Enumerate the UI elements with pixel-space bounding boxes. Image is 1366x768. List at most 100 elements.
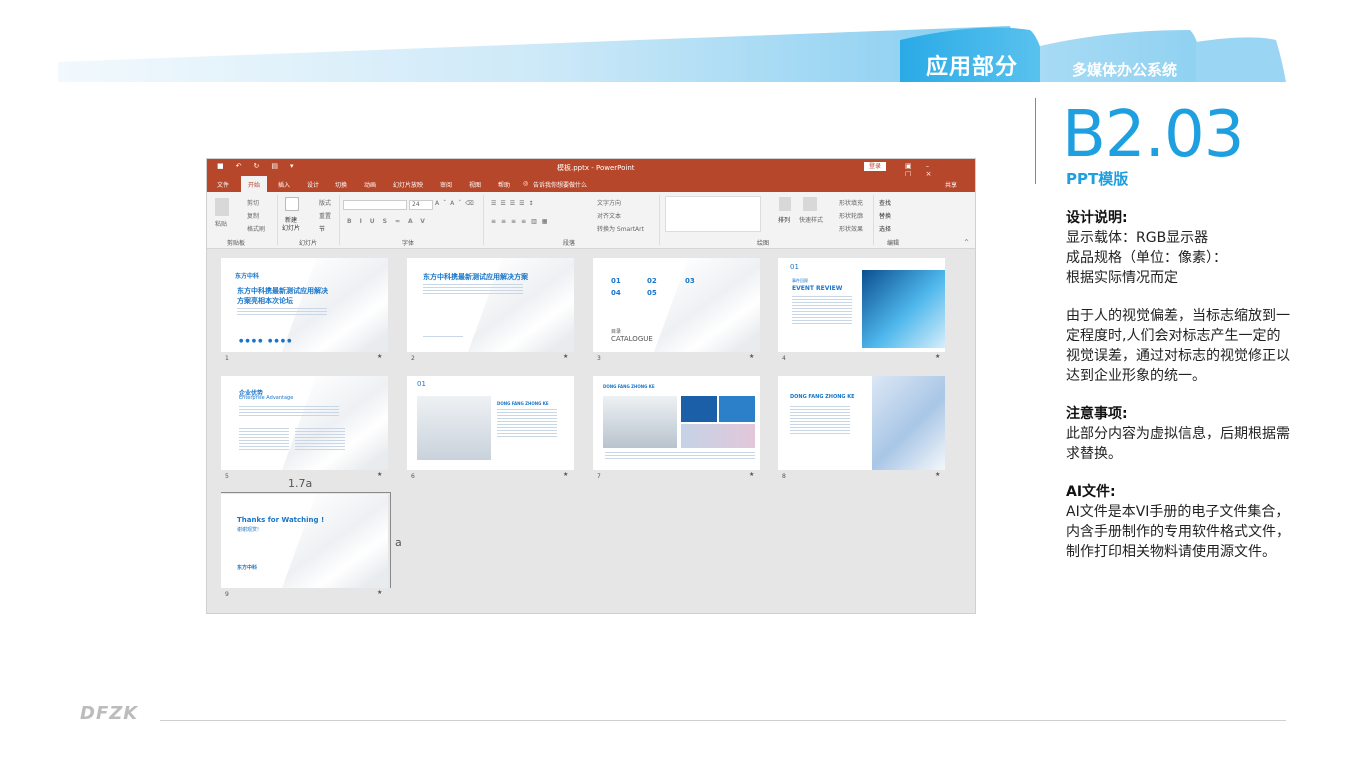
layout-label[interactable]: 版式 — [319, 198, 331, 207]
font-size-box[interactable]: 24 — [409, 200, 433, 210]
slide-title: 东方中科携最新测试应用解决方案 — [423, 273, 528, 281]
menu-review[interactable]: 审阅 — [440, 180, 452, 189]
find-label[interactable]: 查找 — [879, 198, 891, 207]
slide-thumbnail-2[interactable]: 东方中科携最新测试应用解决方案 — [407, 258, 574, 352]
group-drawing: 绘图 — [757, 240, 770, 247]
slide-thumbnail-7[interactable]: DONG FANG ZHONG KE — [593, 376, 760, 470]
ai-section: AI文件: AI文件是本VI手册的电子文件集合，内含手册制作的专用软件格式文件，… — [1066, 482, 1291, 562]
menu-view[interactable]: 视图 — [469, 180, 481, 189]
font-style-icons[interactable]: BIUS≈AV — [347, 218, 433, 225]
menu-design[interactable]: 设计 — [307, 180, 319, 189]
slide-star-icon: ★ — [749, 471, 755, 478]
ppt-titlebar: ■↶↻▤▾ 模板.pptx - PowerPoint 登录 ▣–□× — [207, 159, 975, 178]
menu-slideshow[interactable]: 幻灯片放映 — [393, 180, 423, 189]
paste-icon[interactable] — [215, 198, 229, 216]
slide-title: 东方中科携最新测试应用解决方案亮相本次论坛 — [237, 287, 328, 305]
share-button[interactable]: 共享 — [945, 180, 957, 189]
slide-thumbnail-8[interactable]: DONG FANG ZHONG KE — [778, 376, 945, 470]
tech-image-1 — [681, 396, 717, 422]
section-title: 应用部分 — [926, 55, 1019, 80]
ppt-window-title: 模板.pptx - PowerPoint — [557, 164, 635, 172]
car-charging-image — [417, 396, 491, 460]
design-line-1: 显示载体：RGB显示器 — [1066, 230, 1209, 246]
shape-outline-label[interactable]: 形状轮廓 — [839, 211, 863, 220]
slide-star-icon: ★ — [377, 353, 383, 360]
catalogue-en: CATALOGUE — [611, 335, 653, 343]
collapse-ribbon-icon[interactable]: ^ — [964, 239, 969, 246]
quick-styles-icon[interactable] — [803, 197, 817, 211]
smartart-label[interactable]: 转换为 SmartArt — [597, 224, 644, 233]
catalogue-item-03: 03 — [685, 277, 695, 285]
ppt-ribbon: 粘贴 剪切 复制 格式刷 新建 幻灯片 版式 重置 节 24 AˆAˇ⌫ BIU… — [207, 192, 975, 249]
replace-label[interactable]: 替换 — [879, 211, 891, 220]
group-paragraph: 段落 — [563, 240, 576, 247]
quick-styles-label[interactable]: 快速样式 — [799, 215, 823, 224]
slide-body-lines — [790, 406, 850, 436]
list-icons[interactable]: ☰☰☰☰↕ — [491, 200, 538, 207]
format-painter-label[interactable]: 格式刷 — [247, 224, 265, 233]
shape-effects-label[interactable]: 形状效果 — [839, 224, 863, 233]
notice-section: 注意事项: 此部分内容为虚拟信息，后期根据需求替换。 — [1066, 404, 1291, 464]
ai-text: AI文件是本VI手册的电子文件集合，内含手册制作的专用软件格式文件，制作打印相关… — [1066, 504, 1290, 560]
slide-star-icon: ★ — [563, 471, 569, 478]
section-label[interactable]: 节 — [319, 224, 325, 233]
select-label[interactable]: 选择 — [879, 224, 891, 233]
new-slide-label-2: 幻灯片 — [282, 225, 301, 232]
shape-fill-label[interactable]: 形状填充 — [839, 198, 863, 207]
notice-text: 此部分内容为虚拟信息，后期根据需求替换。 — [1066, 426, 1290, 462]
slide-thumbnail-1[interactable]: 东方中科 东方中科携最新测试应用解决方案亮相本次论坛 ●●●● ●●●● — [221, 258, 388, 352]
slide-subtitle: Enterprise Advantage — [239, 395, 294, 401]
login-button[interactable]: 登录 — [864, 162, 887, 171]
slide-thumbnail-9[interactable]: Thanks for Watching ! 谢谢观赏! 东方中科 — [221, 494, 388, 588]
slide-star-icon: ★ — [935, 353, 941, 360]
design-notes: 设计说明: 显示载体：RGB显示器 成品规格（单位：像素）： 根据实际情况而定 — [1066, 208, 1291, 288]
slide-cn-heading: 事件回顾 — [792, 278, 808, 283]
font-grow-icons[interactable]: AˆAˇ⌫ — [435, 200, 478, 207]
shapes-gallery[interactable] — [665, 196, 761, 232]
new-slide-icon[interactable] — [285, 197, 299, 211]
bulb-icon: ◎ — [523, 180, 529, 187]
slide-title: Thanks for Watching ! — [237, 516, 325, 524]
notice-heading: 注意事项: — [1066, 406, 1128, 422]
menu-insert[interactable]: 插入 — [278, 180, 290, 189]
arrange-icon[interactable] — [779, 197, 791, 211]
slide-logo: 东方中科 — [235, 273, 260, 280]
menu-help[interactable]: 帮助 — [498, 180, 510, 189]
menu-animations[interactable]: 动画 — [364, 180, 376, 189]
ribbon-sep — [339, 195, 340, 245]
slide-thumbnail-5[interactable]: 企业优势 Enterprise Advantage — [221, 376, 388, 470]
copy-label[interactable]: 复制 — [247, 211, 259, 220]
text-direction-label[interactable]: 文字方向 — [597, 198, 621, 207]
menu-home[interactable]: 开始 — [241, 176, 268, 192]
reset-label[interactable]: 重置 — [319, 211, 331, 220]
slide-title: EVENT REVIEW — [792, 285, 843, 292]
cut-label[interactable]: 剪切 — [247, 198, 259, 207]
robot-hand-image — [862, 270, 945, 348]
font-name-box[interactable] — [343, 200, 407, 210]
powerpoint-window: ■↶↻▤▾ 模板.pptx - PowerPoint 登录 ▣–□× 文件 开始… — [206, 158, 976, 614]
align-text-label[interactable]: 对齐文本 — [597, 211, 621, 220]
ppt-menubar: 文件 开始 插入 设计 切换 动画 幻灯片放映 审阅 视图 帮助 ◎ 告诉我你想… — [207, 176, 975, 192]
arrange-label[interactable]: 排列 — [778, 215, 790, 224]
menu-transitions[interactable]: 切换 — [335, 180, 347, 189]
paste-label: 粘贴 — [215, 221, 228, 228]
page-code-subtitle: PPT模版 — [1066, 170, 1129, 188]
design-paragraph: 由于人的视觉偏差，当标志缩放到一定程度时,人们会对标志产生一定的视觉误差，通过对… — [1066, 308, 1290, 384]
slide-number-4: 4 — [782, 355, 786, 362]
slide-star-icon: ★ — [749, 353, 755, 360]
ribbon-sep — [873, 195, 874, 245]
slide-thumbnail-4[interactable]: 01 事件回顾 EVENT REVIEW — [778, 258, 945, 352]
catalogue-item-01: 01 — [611, 277, 621, 285]
dimension-height-line — [390, 492, 391, 588]
slide-thumbnail-6[interactable]: 01 DONG FANG ZHONG KE — [407, 376, 574, 470]
menu-file[interactable]: 文件 — [217, 180, 229, 189]
align-icons[interactable]: ≡≡≡≡▥▦ — [491, 218, 552, 225]
dimension-width-line — [221, 492, 391, 493]
slide-thumbnail-3[interactable]: 01 02 03 04 05 目录 CATALOGUE — [593, 258, 760, 352]
group-clipboard: 剪贴板 — [227, 240, 246, 247]
slide-background — [276, 376, 388, 470]
slide-number-5: 5 — [225, 473, 229, 480]
slide-logo: 东方中科 — [237, 565, 258, 571]
tell-me-box[interactable]: 告诉我你想要做什么 — [533, 180, 587, 189]
quick-access-icons[interactable]: ■↶↻▤▾ — [217, 162, 305, 170]
